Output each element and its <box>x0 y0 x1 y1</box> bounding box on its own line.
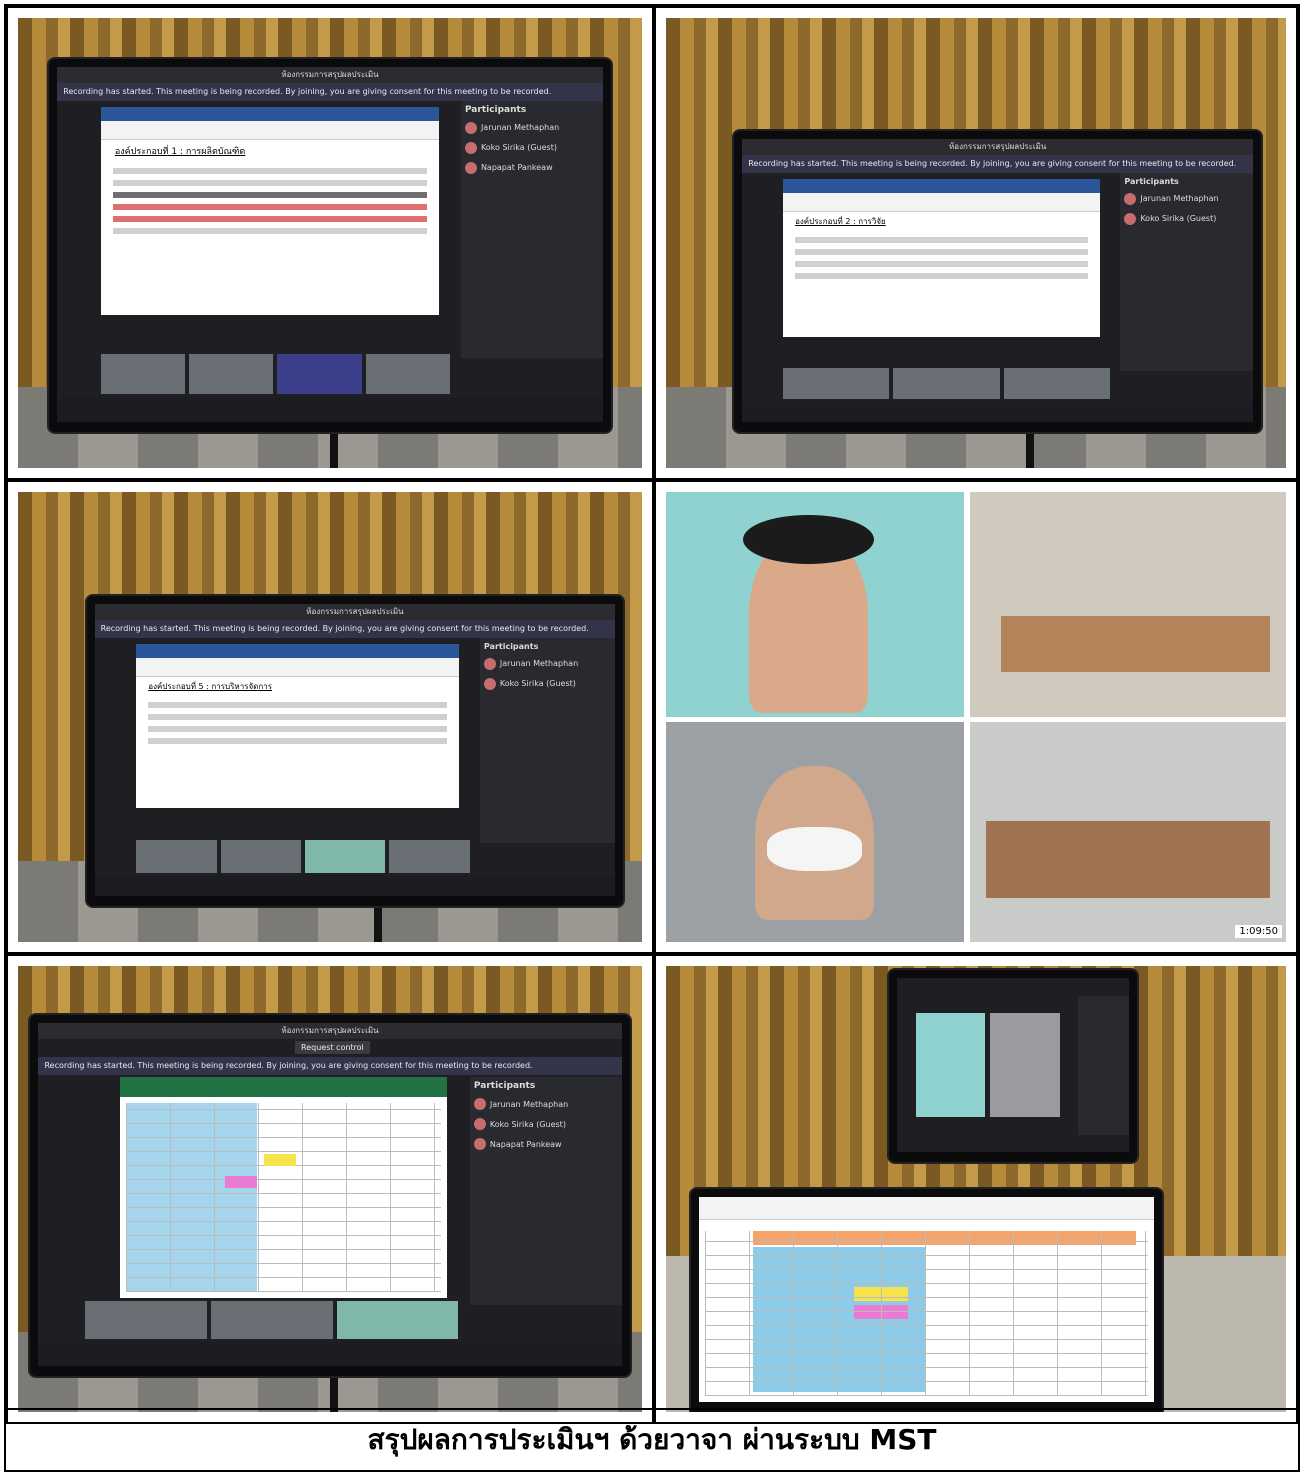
participant-name: Jarunan Methaphan <box>489 1099 569 1109</box>
excel-sheet <box>120 1077 447 1298</box>
recording-banner: Recording has started. This meeting is b… <box>57 82 603 101</box>
video-meeting-room-1 <box>969 492 1286 717</box>
participant-name: Koko Sirika (Guest) <box>480 143 557 152</box>
photo-room-with-laptop <box>654 954 1298 1424</box>
photo-collage: ห้องกรรมการสรุปผลประเมิน Recording has s… <box>4 4 1300 1472</box>
photo-teams-meeting-3: ห้องกรรมการสรุปผลประเมิน Recording has s… <box>6 480 654 954</box>
video-meeting-room-2: 1:09:50 <box>969 721 1286 942</box>
recording-banner: Recording has started. This meeting is b… <box>742 154 1254 173</box>
word-document: องค์ประกอบที่ 1 : การผลิตบัณฑิต <box>100 106 440 316</box>
window-title: ห้องกรรมการสรุปผลประเมิน <box>57 66 603 83</box>
participants-panel: Participants Jarunan Methaphan Koko Siri… <box>1120 172 1254 371</box>
video-person-glasses <box>666 492 964 717</box>
panel-title: Participants <box>473 1081 536 1092</box>
window-title: ห้องกรรมการสรุปผลประเมิน <box>38 1023 622 1040</box>
word-document: องค์ประกอบที่ 5 : การบริหารจัดการ <box>136 643 460 809</box>
participant-name: Jarunan Methaphan <box>499 659 579 668</box>
doc-heading: องค์ประกอบที่ 2 : การวิจัย <box>795 216 886 226</box>
figure-caption: สรุปผลการประเมินฯ ด้วยวาจา ผ่านระบบ MST <box>6 1408 1298 1470</box>
doc-heading: องค์ประกอบที่ 5 : การบริหารจัดการ <box>148 681 272 691</box>
participants-panel: Participants Jarunan Methaphan Koko Siri… <box>469 1077 622 1305</box>
participant-name: Koko Sirika (Guest) <box>489 1119 566 1129</box>
video-timestamp: 1:09:50 <box>1235 925 1282 938</box>
window-title: ห้องกรรมการสรุปผลประเมิน <box>94 603 616 620</box>
participants-panel: Participants Jarunan Methaphan Koko Siri… <box>479 637 616 844</box>
participant-name: Koko Sirika (Guest) <box>1140 214 1217 223</box>
recording-banner: Recording has started. This meeting is b… <box>38 1057 622 1076</box>
word-document: องค์ประกอบที่ 2 : การวิจัย <box>783 178 1100 337</box>
participant-name: Napapat Pankeaw <box>489 1139 562 1149</box>
photo-teams-meeting-1: ห้องกรรมการสรุปผลประเมิน Recording has s… <box>6 6 654 480</box>
request-control-button[interactable]: Request control <box>295 1041 370 1055</box>
panel-title: Participants <box>464 104 527 115</box>
photo-teams-meeting-4: ห้องกรรมการสรุปผลประเมิน Request control… <box>6 954 654 1424</box>
photo-video-grid: 1:09:50 <box>654 480 1298 954</box>
participant-name: Napapat Pankeaw <box>480 163 553 172</box>
participant-name: Jarunan Methaphan <box>1140 194 1219 203</box>
participants-panel: Participants Jarunan Methaphan Koko Siri… <box>460 100 603 359</box>
panel-title: Participants <box>483 641 539 651</box>
recording-banner: Recording has started. This meeting is b… <box>94 619 616 638</box>
video-person-mask <box>666 721 964 942</box>
participant-name: Jarunan Methaphan <box>480 123 560 132</box>
photo-teams-meeting-2: ห้องกรรมการสรุปผลประเมิน Recording has s… <box>654 6 1298 480</box>
panel-title: Participants <box>1124 176 1179 186</box>
window-title: ห้องกรรมการสรุปผลประเมิน <box>742 138 1254 155</box>
doc-heading: องค์ประกอบที่ 1 : การผลิตบัณฑิต <box>114 146 246 157</box>
participant-name: Koko Sirika (Guest) <box>499 679 576 688</box>
